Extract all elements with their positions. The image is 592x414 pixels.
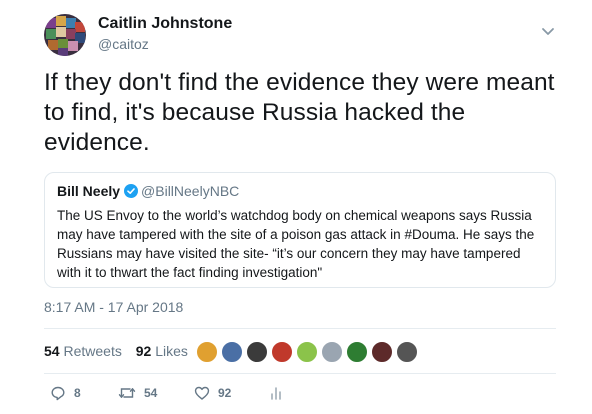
liker-avatar[interactable]	[271, 341, 293, 363]
likes-stat-count: 92	[135, 343, 152, 359]
retweets-stat-count: 54	[44, 343, 60, 359]
heart-icon	[194, 386, 210, 400]
retweets-stat[interactable]: 54 Retweets	[44, 343, 122, 359]
analytics-icon	[271, 387, 281, 400]
retweet-count: 54	[144, 386, 158, 400]
quoted-tweet[interactable]: Bill Neely @BillNeelyNBC The US Envoy to …	[44, 172, 556, 288]
liker-avatar[interactable]	[246, 341, 268, 363]
likes-stat[interactable]: 92 Likes	[136, 343, 188, 359]
quoted-tweet-text: The US Envoy to the world’s watchdog bod…	[57, 208, 535, 280]
retweet-button[interactable]: 54	[118, 383, 157, 403]
liker-avatar[interactable]	[371, 341, 393, 363]
quoted-author-handle: @BillNeelyNBC	[141, 183, 240, 199]
tweet-card: Caitlin Johnstone @caitoz If they don't …	[0, 0, 592, 414]
tweet-timestamp[interactable]: 8:17 AM - 17 Apr 2018	[44, 299, 183, 315]
divider	[44, 328, 556, 329]
like-count: 92	[218, 386, 232, 400]
quoted-tweet-author: Bill Neely @BillNeelyNBC	[57, 183, 239, 199]
author-handle[interactable]: @caitoz	[98, 36, 149, 52]
liker-avatar[interactable]	[346, 341, 368, 363]
author-avatar[interactable]	[44, 14, 86, 56]
reply-count: 8	[74, 386, 81, 400]
likes-stat-label: Likes	[155, 343, 188, 359]
reply-icon	[51, 386, 65, 401]
liker-avatar[interactable]	[296, 341, 318, 363]
retweets-stat-label: Retweets	[63, 343, 122, 359]
divider	[44, 373, 556, 374]
liker-avatar[interactable]	[396, 341, 418, 363]
retweet-icon	[118, 388, 136, 398]
author-name[interactable]: Caitlin Johnstone	[98, 15, 232, 33]
verified-badge-icon	[124, 184, 139, 198]
tweet-actions: 8 54 92	[44, 383, 344, 403]
quoted-author-name: Bill Neely	[57, 183, 121, 199]
like-button[interactable]: 92	[194, 383, 231, 403]
liker-avatar[interactable]	[321, 341, 343, 363]
analytics-button[interactable]	[268, 383, 284, 403]
reply-button[interactable]: 8	[50, 383, 81, 403]
liker-avatar[interactable]	[196, 341, 218, 363]
liker-avatar[interactable]	[221, 341, 243, 363]
engagement-stats: 54 Retweets 92 Likes	[44, 343, 198, 359]
chevron-down-icon[interactable]	[540, 26, 556, 38]
tweet-text: If they don't find the evidence they wer…	[44, 69, 555, 156]
